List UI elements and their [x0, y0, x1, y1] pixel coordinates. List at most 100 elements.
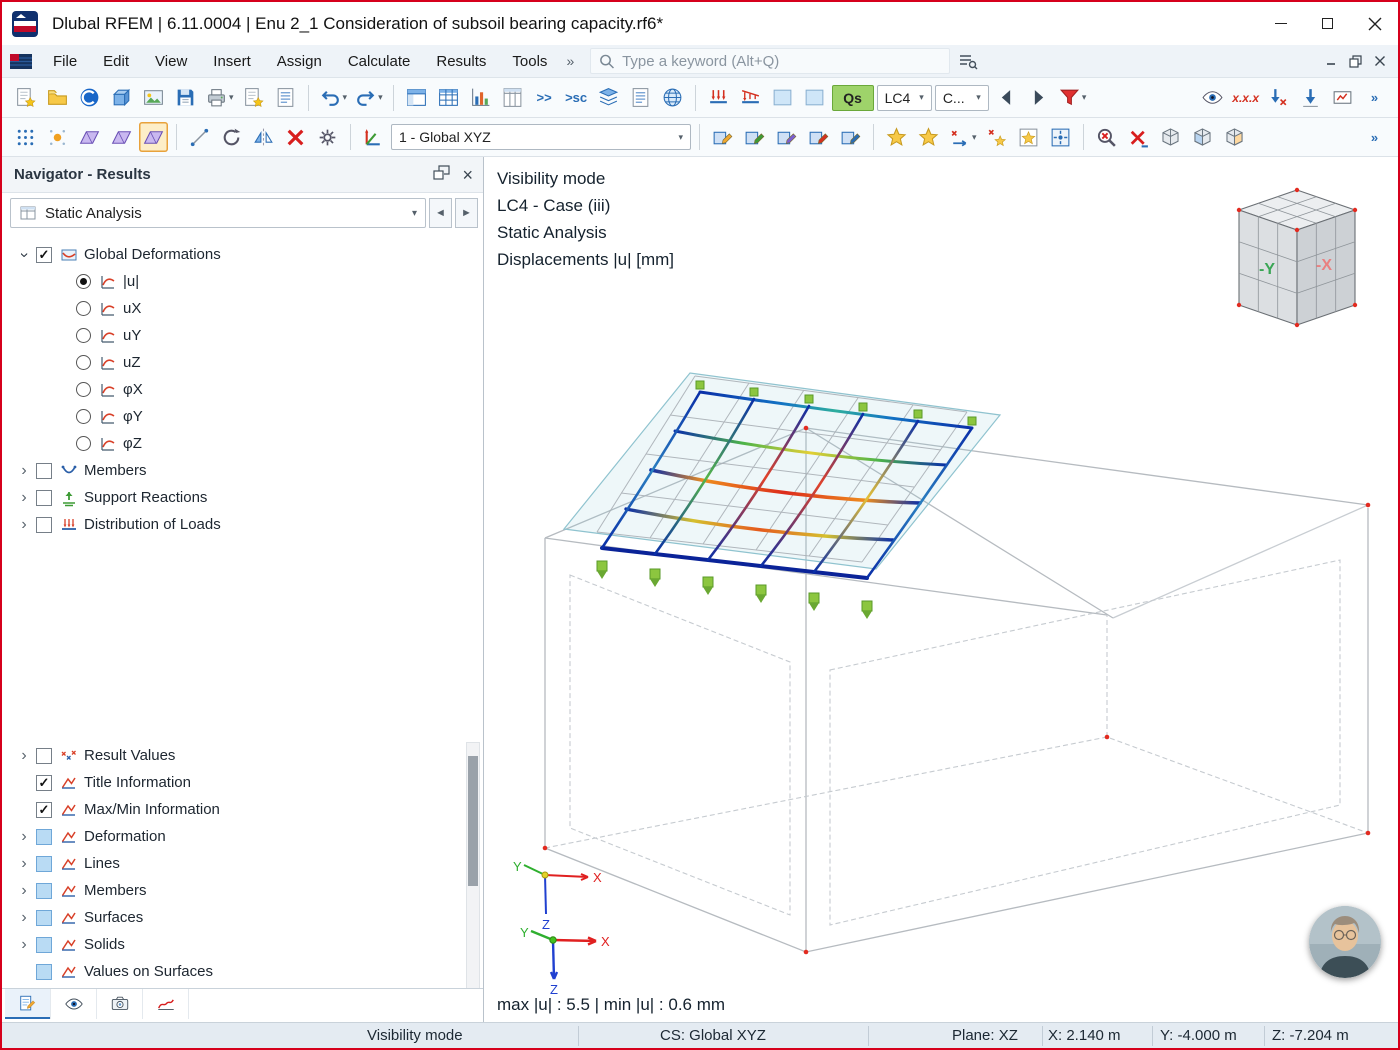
radio-button[interactable]: [76, 301, 91, 316]
tree-item-global-deformations[interactable]: › ✓ Global Deformations: [2, 241, 463, 268]
radio-button[interactable]: [76, 328, 91, 343]
tree-item-u-abs[interactable]: |u|: [2, 268, 463, 295]
filter-results-button[interactable]: ▾: [1056, 83, 1089, 113]
checkbox[interactable]: [36, 462, 52, 479]
expander-icon[interactable]: ›: [12, 747, 36, 765]
quick-solve-button[interactable]: Qs: [831, 84, 874, 111]
checkbox[interactable]: [36, 855, 52, 872]
menu-view[interactable]: View: [142, 45, 200, 78]
checkbox[interactable]: [36, 936, 52, 953]
menu-assign[interactable]: Assign: [264, 45, 335, 78]
checkbox[interactable]: [36, 516, 52, 533]
values-on-surfaces-toggle-button[interactable]: [1328, 83, 1357, 113]
snap-delta-button[interactable]: [982, 122, 1011, 152]
object-settings-button[interactable]: [313, 122, 342, 152]
clear-selection-button[interactable]: [1124, 122, 1153, 152]
rotate-view-button[interactable]: [217, 122, 246, 152]
load-distribution-button[interactable]: [736, 83, 765, 113]
expander-icon[interactable]: ›: [12, 909, 36, 927]
scrollbar-thumb[interactable]: [468, 756, 478, 886]
tab-display-navigator[interactable]: [51, 989, 97, 1019]
move-copy-button[interactable]: [740, 122, 769, 152]
work-plane-xy-button[interactable]: [75, 122, 104, 152]
expander-icon[interactable]: ›: [12, 489, 36, 507]
more-tools-2-button[interactable]: »: [1360, 122, 1389, 152]
min-max-values-button[interactable]: [1264, 83, 1293, 113]
tab-views-navigator[interactable]: [97, 989, 143, 1019]
load-color-2-button[interactable]: [800, 83, 829, 113]
menu-insert[interactable]: Insert: [200, 45, 264, 78]
navigation-cube[interactable]: -Y -X: [1236, 187, 1358, 328]
dock-panel-icon[interactable]: [433, 164, 451, 185]
checkbox[interactable]: [36, 747, 52, 764]
user-avatar[interactable]: [1309, 906, 1381, 978]
work-plane-xz-button[interactable]: [139, 122, 168, 152]
checkbox[interactable]: [36, 909, 52, 926]
radio-button[interactable]: [76, 436, 91, 451]
save-button[interactable]: [171, 83, 200, 113]
tree-item-distribution-of-loads[interactable]: › Distribution of Loads: [2, 511, 463, 538]
radio-button[interactable]: [76, 382, 91, 397]
object-snap-button[interactable]: [1014, 122, 1043, 152]
expander-icon[interactable]: ›: [12, 936, 36, 954]
keyword-search[interactable]: [590, 48, 951, 74]
tree-item-deformation-display[interactable]: › Deformation: [2, 823, 463, 850]
tree-item-solids-display[interactable]: › Solids: [2, 931, 463, 958]
menu-file[interactable]: File: [40, 45, 90, 78]
tree-item-members-display[interactable]: › Members: [2, 877, 463, 904]
load-case-button[interactable]: LC4 ▾: [876, 84, 932, 111]
tree-item-lines-display[interactable]: › Lines: [2, 850, 463, 877]
checkbox[interactable]: ✓: [36, 801, 52, 818]
checkbox[interactable]: [36, 489, 52, 506]
tree-item-phi-x[interactable]: φX: [2, 376, 463, 403]
view-section-button[interactable]: [1220, 122, 1249, 152]
snap-grid-button[interactable]: [11, 122, 40, 152]
maximize-button[interactable]: [1304, 2, 1351, 45]
data-tables-button[interactable]: [498, 83, 527, 113]
zoom-off-button[interactable]: [1092, 122, 1121, 152]
checkbox[interactable]: [36, 882, 52, 899]
tables-button[interactable]: [271, 83, 300, 113]
tree-item-maxmin-information[interactable]: ✓ Max/Min Information: [2, 796, 463, 823]
renumber-object-button[interactable]: [836, 122, 865, 152]
snap-points-button[interactable]: [882, 122, 911, 152]
result-diagrams-button[interactable]: [466, 83, 495, 113]
table-view-button[interactable]: [434, 83, 463, 113]
combination-button[interactable]: C... ▾: [934, 84, 989, 111]
expander-icon[interactable]: ›: [15, 243, 33, 267]
tree-item-values-on-surfaces[interactable]: Values on Surfaces: [2, 958, 463, 985]
guideline-delta-button[interactable]: ▾: [946, 122, 979, 152]
work-plane-yz-button[interactable]: [107, 122, 136, 152]
dlubal-center-button[interactable]: [75, 83, 104, 113]
layers-button[interactable]: [594, 83, 623, 113]
rotate-object-button[interactable]: [772, 122, 801, 152]
checkbox[interactable]: ✓: [36, 774, 52, 791]
navigator-scrollbar[interactable]: [466, 742, 480, 990]
next-load-case-button[interactable]: [1024, 83, 1053, 113]
adapt-object-button[interactable]: [804, 122, 833, 152]
show-results-button[interactable]: [1198, 83, 1227, 113]
view-plane-button[interactable]: [1188, 122, 1217, 152]
snap-guidelines-button[interactable]: [914, 122, 943, 152]
tree-item-title-information[interactable]: ✓ Title Information: [2, 769, 463, 796]
radio-button[interactable]: [76, 355, 91, 370]
mirror-object-button[interactable]: [249, 122, 278, 152]
menu-overflow-chevron-icon[interactable]: »: [560, 53, 580, 69]
load-color-1-button[interactable]: [768, 83, 797, 113]
menu-edit[interactable]: Edit: [90, 45, 142, 78]
edit-object-button[interactable]: [708, 122, 737, 152]
mdi-close-icon[interactable]: [1374, 55, 1386, 67]
previous-result-button[interactable]: ◄: [429, 198, 452, 228]
search-options-icon[interactable]: [958, 52, 978, 70]
sc-export-button[interactable]: >sc: [562, 83, 591, 113]
web-services-button[interactable]: [658, 83, 687, 113]
extreme-values-button[interactable]: [1296, 83, 1325, 113]
delete-object-button[interactable]: [281, 122, 310, 152]
expander-icon[interactable]: ›: [12, 828, 36, 846]
checkbox[interactable]: [36, 828, 52, 845]
status-plane[interactable]: Plane: XZ: [952, 1026, 1018, 1046]
analysis-type-combo[interactable]: Static Analysis ▾: [10, 198, 426, 228]
checkbox[interactable]: ✓: [36, 246, 52, 263]
next-result-button[interactable]: ►: [455, 198, 478, 228]
menu-results[interactable]: Results: [423, 45, 499, 78]
